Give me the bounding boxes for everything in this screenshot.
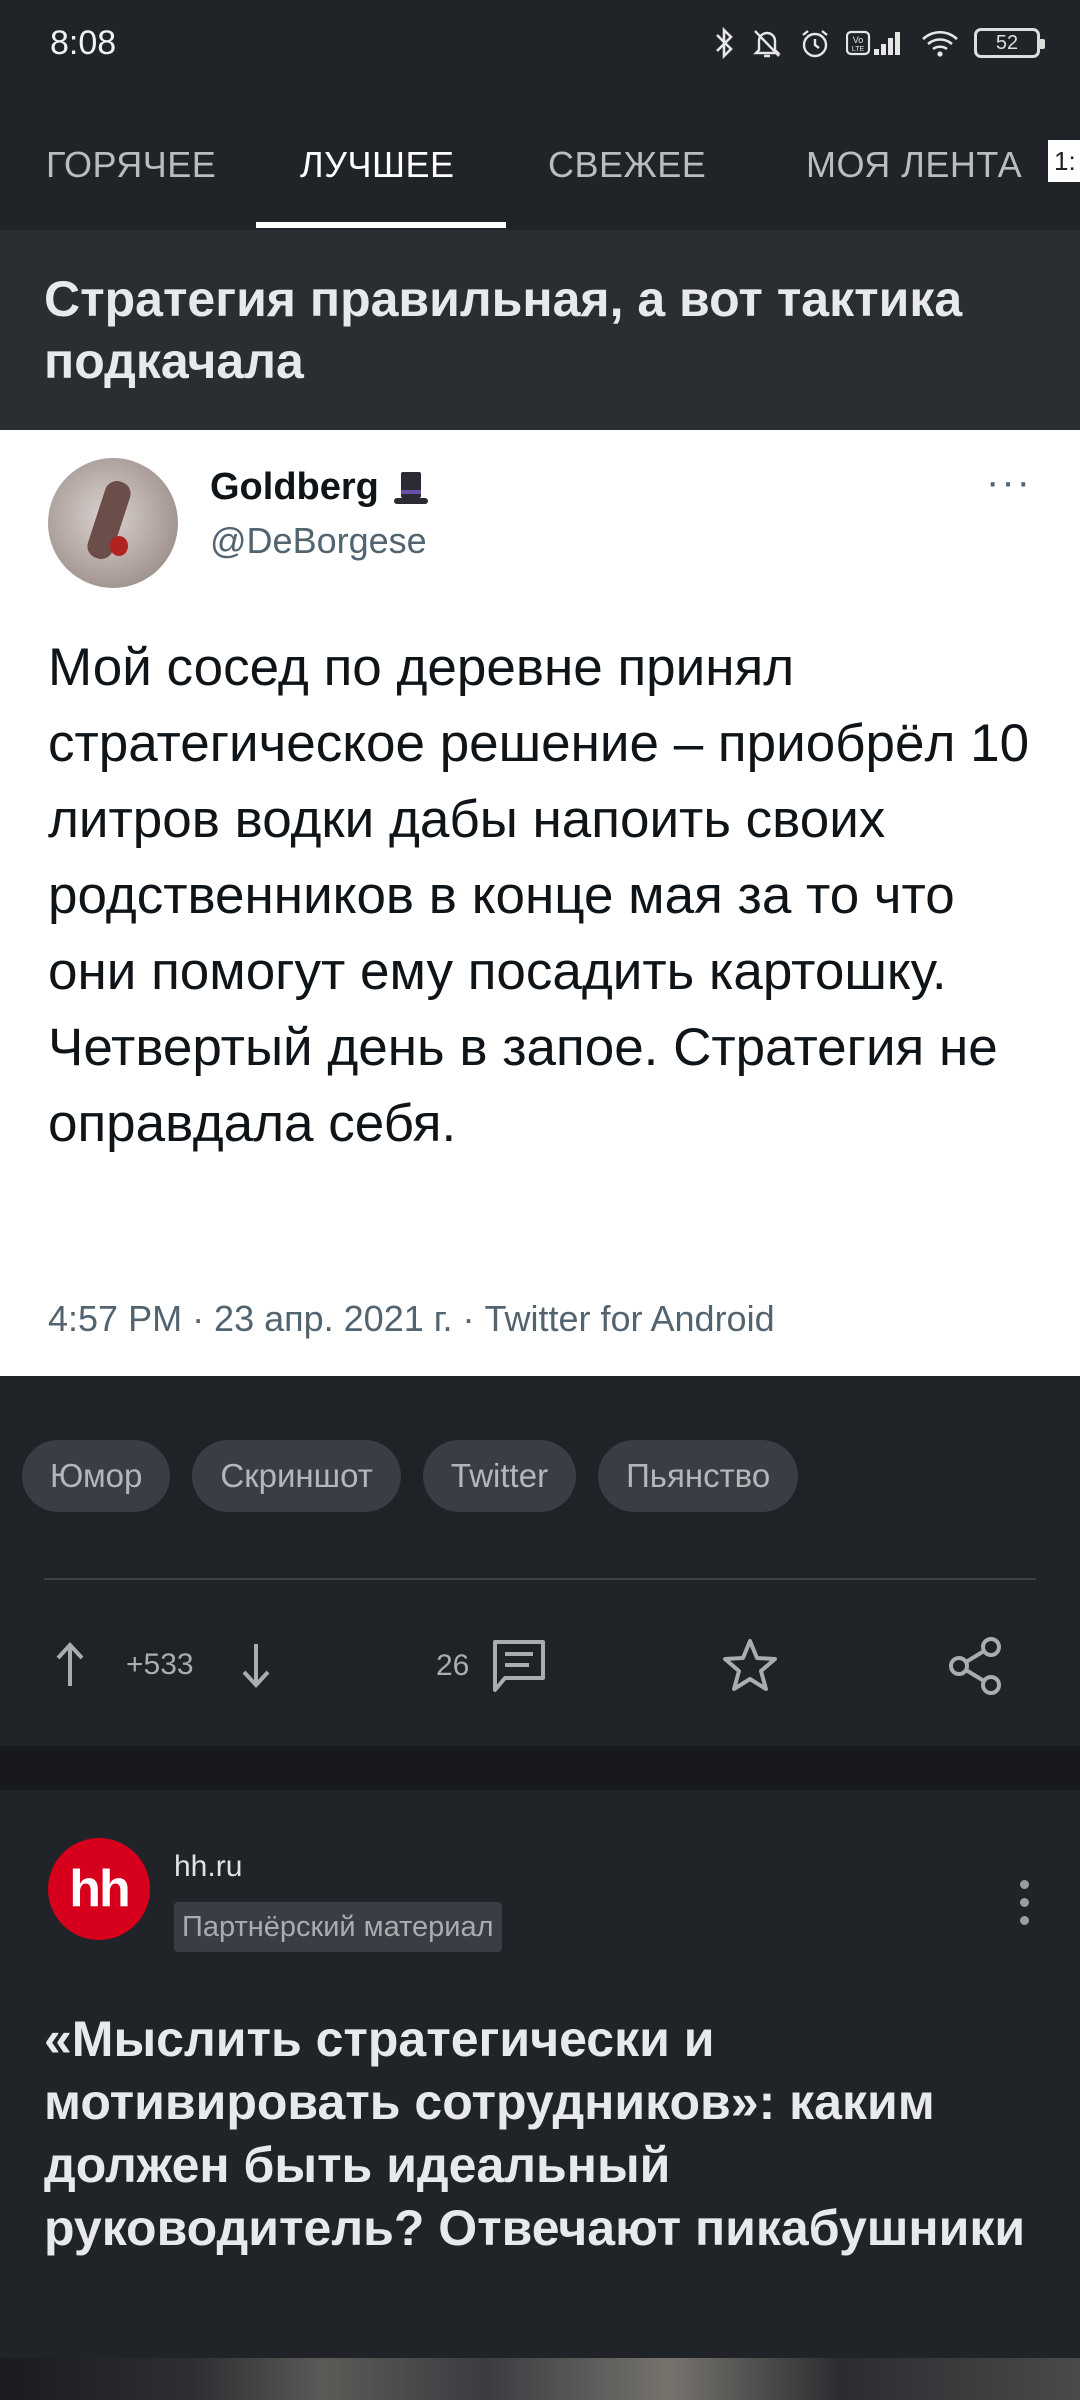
tweet-author-name-text: Goldberg xyxy=(210,466,379,508)
tweet-more-icon: ··· xyxy=(986,460,1032,504)
partner-title[interactable]: «Мыслить стратегически и мотивировать со… xyxy=(44,2008,1044,2260)
tag-screenshot[interactable]: Скриншот xyxy=(192,1440,401,1512)
rating-count: +533 xyxy=(126,1648,194,1682)
active-tab-indicator xyxy=(256,222,506,228)
tweet-handle: @DeBorgese xyxy=(210,520,427,561)
bluetooth-icon xyxy=(716,26,733,60)
comments-button[interactable]: 26 xyxy=(436,1638,549,1694)
svg-text:LTE: LTE xyxy=(852,46,865,53)
post-title[interactable]: Стратегия правильная, а вот тактика подк… xyxy=(44,268,1044,392)
upvote-button[interactable] xyxy=(52,1640,88,1690)
share-button[interactable] xyxy=(946,1636,1004,1696)
post-image-tweet[interactable]: Goldberg @DeBorgese ··· Мой сосед по дер… xyxy=(0,430,1080,1376)
post-header: Стратегия правильная, а вот тактика подк… xyxy=(0,230,1080,430)
status-time: 8:08 xyxy=(50,24,117,62)
tag-twitter[interactable]: Twitter xyxy=(422,1440,577,1512)
feed-tabs: ГОРЯЧЕЕ ЛУЧШЕЕ СВЕЖЕЕ МОЯ ЛЕНТА 1: xyxy=(0,92,1080,230)
comments-count: 26 xyxy=(436,1649,470,1682)
status-bar: 8:08 Vo LTE 52 xyxy=(0,0,1080,92)
wifi-icon xyxy=(922,30,958,57)
hh-logo[interactable]: hh xyxy=(48,1838,150,1940)
partner-post[interactable]: hh hh.ru Партнёрский материал «Мыслить с… xyxy=(0,1790,1080,2400)
battery-icon: 52 xyxy=(974,28,1045,58)
partner-badge: Партнёрский материал xyxy=(174,1902,502,1952)
divider xyxy=(44,1578,1036,1580)
tab-fresh[interactable]: СВЕЖЕЕ xyxy=(548,144,706,186)
battery-level: 52 xyxy=(995,31,1019,54)
partner-image[interactable] xyxy=(0,2358,1080,2400)
tab-hot[interactable]: ГОРЯЧЕЕ xyxy=(46,144,216,186)
tag-humor[interactable]: Юмор xyxy=(22,1440,171,1512)
post-actions: +533 26 xyxy=(0,1622,1080,1712)
comment-icon xyxy=(493,1640,546,1692)
share-icon xyxy=(949,1637,1001,1695)
downvote-button[interactable] xyxy=(238,1640,274,1690)
tab-best[interactable]: ЛУЧШЕЕ xyxy=(300,144,455,186)
post-tags: Юмор Скриншот Twitter Пьянство xyxy=(22,1440,799,1512)
svg-text:Vo: Vo xyxy=(853,35,864,45)
feed-separator xyxy=(0,1746,1080,1790)
alarm-icon xyxy=(802,30,828,58)
arrow-up-icon xyxy=(56,1642,84,1686)
arrow-down-icon xyxy=(242,1644,270,1688)
tab-my-feed[interactable]: МОЯ ЛЕНТА xyxy=(806,144,1022,186)
rating-value: +533 xyxy=(126,1648,194,1681)
tweet-text: Мой сосед по деревне принял стратегическ… xyxy=(48,638,1030,1153)
bell-muted-icon xyxy=(753,30,781,58)
volte-signal-icon: VoLTE xyxy=(846,30,900,56)
tophat-emoji-icon xyxy=(393,471,428,504)
partner-name[interactable]: hh.ru xyxy=(174,1850,242,1884)
tag-drinking[interactable]: Пьянство xyxy=(598,1440,799,1512)
tab-badge: 1: xyxy=(1048,140,1080,182)
tweet-author-name: Goldberg xyxy=(210,466,431,509)
star-icon xyxy=(723,1639,777,1691)
tweet-meta: 4:57 PM · 23 апр. 2021 г. · Twitter for … xyxy=(48,1298,775,1339)
more-vert-icon[interactable] xyxy=(1020,1880,1030,1925)
tweet-avatar xyxy=(48,458,178,588)
save-button[interactable] xyxy=(720,1636,780,1696)
status-icons: Vo LTE 52 xyxy=(714,26,1045,60)
